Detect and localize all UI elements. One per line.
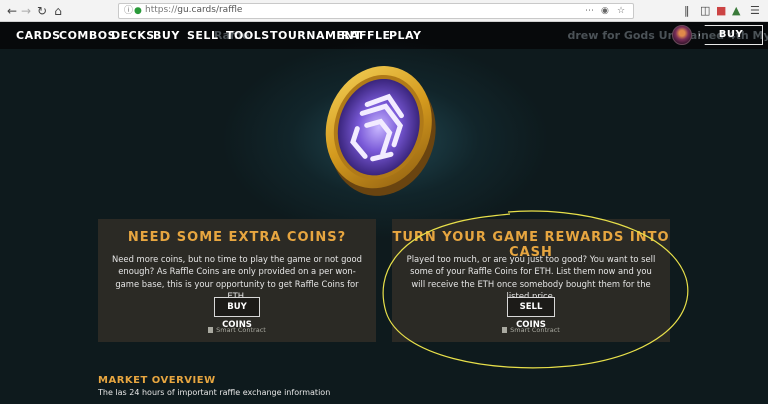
address-bar[interactable]: ⓘ ● https://gu.cards/raffle ⋯ ◉ ☆ xyxy=(118,3,634,19)
panel-title: NEED SOME EXTRA COINS? xyxy=(127,230,347,245)
extension-icon[interactable]: ■ xyxy=(716,4,726,18)
nav-decks[interactable]: DECKS xyxy=(111,29,155,42)
sidebar-icon[interactable]: ◫ xyxy=(700,4,710,18)
lock-icon[interactable]: ● xyxy=(134,6,142,17)
buy-coins-panel: NEED SOME EXTRA COINS? Need more coins, … xyxy=(98,219,376,342)
smart-contract-link[interactable]: Smart Contract xyxy=(98,326,376,334)
document-icon xyxy=(208,327,214,333)
buy-coins-button[interactable]: BUY COINS xyxy=(214,297,260,330)
pocket-icon[interactable]: ◉ xyxy=(601,6,609,17)
buy-packs-button[interactable]: BUY PACKS xyxy=(699,25,763,45)
forward-icon[interactable]: → xyxy=(18,3,34,19)
nav-sell[interactable]: SELL xyxy=(187,29,218,42)
menu-icon[interactable]: ☰ xyxy=(750,4,760,18)
user-avatar[interactable] xyxy=(672,25,692,45)
page-actions-icon[interactable]: ⋯ xyxy=(585,6,594,17)
nav-buy[interactable]: BUY xyxy=(153,29,180,42)
browser-toolbar: ← → ↻ ⌂ ⓘ ● https://gu.cards/raffle ⋯ ◉ … xyxy=(0,0,768,22)
annotation-circle xyxy=(382,210,689,369)
info-icon[interactable]: ⓘ xyxy=(124,6,133,17)
nav-cards[interactable]: CARDS xyxy=(16,29,61,42)
market-overview-title: MARKET OVERVIEW xyxy=(98,375,216,386)
market-overview-subtitle: The las 24 hours of important raffle exc… xyxy=(98,388,331,397)
panel-description: Need more coins, but no time to play the… xyxy=(112,254,362,301)
reload-icon[interactable]: ↻ xyxy=(34,3,50,19)
extension-2-icon[interactable]: ▲ xyxy=(732,4,740,18)
raffle-coin-icon xyxy=(325,66,436,196)
bookmark-star-icon[interactable]: ☆ xyxy=(617,6,625,17)
nav-combos[interactable]: COMBOS xyxy=(59,29,116,42)
home-icon[interactable]: ⌂ xyxy=(50,3,66,19)
library-icon[interactable]: ‖ xyxy=(684,4,690,18)
url-text[interactable]: https://gu.cards/raffle xyxy=(145,5,242,15)
